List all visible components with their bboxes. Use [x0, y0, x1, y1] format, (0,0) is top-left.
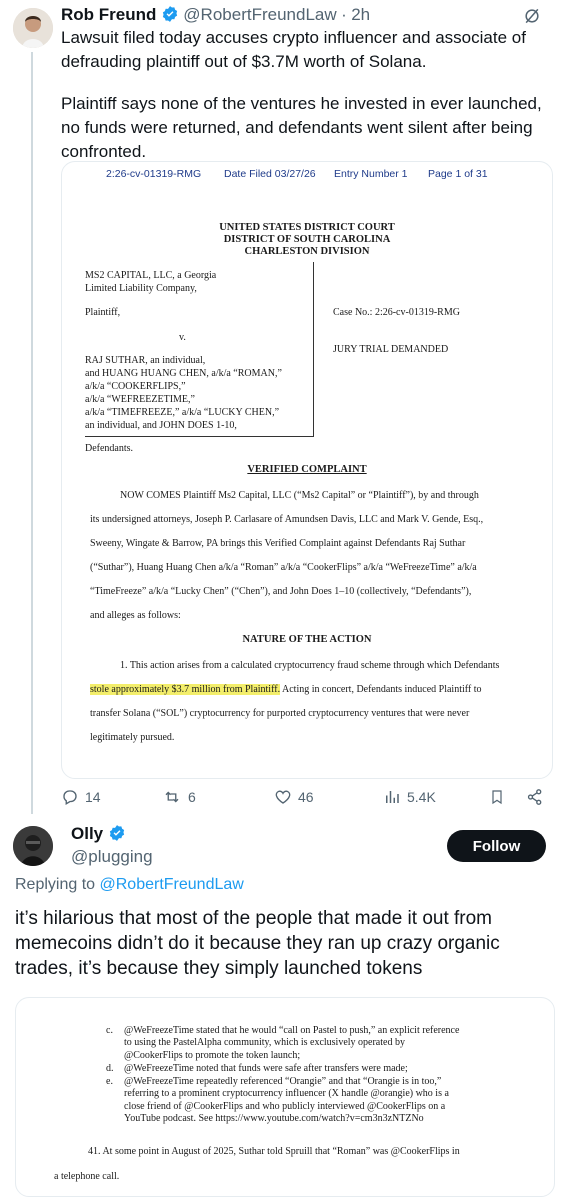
share-button[interactable]: [526, 788, 544, 806]
reply-count: 14: [85, 789, 101, 805]
plaintiff-line-1: MS2 CAPITAL, LLC, a Georgia: [85, 270, 217, 281]
nature-title: NATURE OF THE ACTION: [242, 634, 372, 645]
repost-count: 6: [188, 789, 196, 805]
list-item-e: @WeFreezeTime repeatedly referenced “Ora…: [124, 1076, 514, 1126]
list-item-e-line-1: @WeFreezeTime repeatedly referenced “Ora…: [124, 1076, 442, 1087]
intro-line-6: and alleges as follows:: [90, 610, 181, 621]
replying-prefix: Replying to: [15, 876, 100, 893]
repost-button[interactable]: 6: [162, 788, 196, 806]
author-handle[interactable]: @RobertFreundLaw: [183, 5, 336, 24]
nature-line-2: stole approximately $3.7 million from Pl…: [90, 678, 482, 702]
list-item-c-line-2: to using the PastelAlpha community, whic…: [124, 1037, 405, 1049]
intro-line-5: “TimeFreeze” a/k/a “Lucky Chen” (“Chen”)…: [90, 586, 472, 597]
intro-line-2: its undersigned attorneys, Joseph P. Car…: [90, 514, 484, 525]
list-marker-e: e.: [106, 1076, 113, 1087]
nature-line-3: transfer Solana (“SOL”) cryptocurrency f…: [90, 708, 470, 719]
thread-connector-line: [31, 52, 33, 814]
nature-line-4: legitimately pursued.: [90, 732, 175, 743]
defendants-label: Defendants.: [85, 443, 134, 454]
tweet1-action-bar: 14 6 46 5.4K: [61, 788, 556, 812]
tweet2-author-row: Olly: [71, 824, 126, 847]
list-item-e-line-4: YouTube podcast. See https://www.youtube…: [124, 1113, 424, 1125]
bookmark-icon: [492, 790, 502, 805]
tweet1-header: Rob Freund @RobertFreundLaw · 2h: [61, 5, 370, 28]
plaintiff-line-2: Limited Liability Company,: [85, 283, 197, 294]
verified-badge-icon: [161, 5, 179, 28]
separator-dot: ·: [341, 5, 347, 24]
nature-line-2-rest: Acting in concert, Defendants induced Pl…: [280, 684, 482, 695]
plaintiff-label: Plaintiff,: [85, 307, 121, 318]
list-item-c: @WeFreezeTime stated that he would “call…: [124, 1025, 514, 1062]
share-icon: [527, 789, 542, 805]
reply-button[interactable]: 14: [61, 788, 101, 806]
like-count: 46: [298, 789, 314, 805]
list-item-d: @WeFreezeTime noted that funds were safe…: [124, 1063, 408, 1074]
intro-line-3: Sweeny, Wingate & Barrow, PA brings this…: [90, 538, 466, 549]
verified-badge-icon: [108, 824, 126, 847]
intro-line-4: (“Suthar”), Huang Huang Chen a/k/a “Roma…: [90, 562, 477, 573]
court-name-line-1: UNITED STATES DISTRICT COURT: [219, 222, 395, 233]
page-count: Page 1 of 31: [428, 168, 488, 180]
list-marker-d: d.: [106, 1063, 114, 1074]
like-button[interactable]: 46: [274, 788, 314, 806]
highlighted-text: stole approximately $3.7 million from Pl…: [90, 684, 281, 695]
author-name[interactable]: Olly: [71, 824, 103, 843]
entry-number: Entry Number 1: [334, 168, 408, 180]
versus: v.: [179, 332, 186, 343]
views-chart-icon: [386, 791, 399, 803]
tweet1-text-paragraph-1: Lawsuit filed today accuses crypto influ…: [61, 28, 526, 71]
court-name-line-2: DISTRICT OF SOUTH CAROLINA: [223, 234, 391, 245]
case-number: Case No.: 2:26-cv-01319-RMG: [333, 307, 460, 318]
list-item-e-line-3: close friend of @CookerFlips and who pub…: [124, 1100, 446, 1112]
caption-bottom-rule: [85, 436, 314, 437]
views-button[interactable]: 5.4K: [383, 788, 436, 806]
list-item-e-line-2: referring to a prominent cryptocurrency …: [124, 1088, 449, 1100]
list-item-c-line-1: @WeFreezeTime stated that he would “call…: [124, 1025, 460, 1036]
defendant-line-2: and HUANG HUANG CHEN, a/k/a “ROMAN,”: [85, 368, 282, 379]
olly-avatar[interactable]: [13, 826, 53, 866]
nature-line-1: 1. This action arises from a calculated …: [120, 660, 500, 671]
author-name[interactable]: Rob Freund: [61, 5, 156, 24]
author-handle[interactable]: @plugging: [71, 847, 153, 867]
replying-to-line: Replying to @RobertFreundLaw: [15, 876, 244, 894]
reply-icon: [63, 790, 77, 805]
rob-freund-avatar[interactable]: [13, 8, 53, 48]
court-name-line-3: CHARLESTON DIVISION: [244, 246, 370, 257]
heart-icon: [275, 790, 291, 804]
view-count: 5.4K: [407, 789, 436, 805]
list-marker-c: c.: [106, 1025, 113, 1036]
jury-demand: JURY TRIAL DEMANDED: [333, 344, 449, 355]
tweet-timestamp[interactable]: 2h: [351, 5, 370, 24]
case-number-header: 2:26-cv-01319-RMG: [106, 168, 202, 180]
defendant-line-4: a/k/a “WEFREEZETIME,”: [85, 394, 195, 405]
tweet2-document-image[interactable]: c. @WeFreezeTime stated that he would “c…: [15, 997, 555, 1197]
defendant-line-6: an individual, and JOHN DOES 1-10,: [85, 420, 237, 431]
defendant-line-3: a/k/a “COOKERFLIPS,”: [85, 381, 186, 392]
defendant-line-1: RAJ SUTHAR, an individual,: [85, 355, 206, 366]
date-filed: Date Filed 03/27/26: [224, 168, 316, 180]
bookmark-button[interactable]: [489, 788, 505, 806]
intro-line-1: NOW COMES Plaintiff Ms2 Capital, LLC (“M…: [120, 490, 479, 501]
complaint-title: VERIFIED COMPLAINT: [247, 464, 367, 475]
tweet2-text: it’s hilarious that most of the people t…: [15, 908, 500, 979]
defendant-line-5: a/k/a “TIMEFREEZE,” a/k/a “LUCKY CHEN,”: [85, 407, 280, 418]
repost-icon: [165, 791, 179, 803]
follow-button[interactable]: Follow: [447, 830, 546, 862]
paragraph-41-line-2: a telephone call.: [54, 1171, 120, 1182]
list-item-c-line-3: @CookerFlips to promote the token launch…: [124, 1049, 301, 1061]
caption-divider: [313, 262, 314, 436]
paragraph-41-line-1: 41. At some point in August of 2025, Sut…: [88, 1146, 460, 1157]
replying-to-mention[interactable]: @RobertFreundLaw: [100, 876, 244, 893]
tweet1-text-paragraph-2: Plaintiff says none of the ventures he i…: [61, 94, 542, 161]
tweet1-document-image[interactable]: 2:26-cv-01319-RMG Date Filed 03/27/26 En…: [61, 161, 553, 779]
